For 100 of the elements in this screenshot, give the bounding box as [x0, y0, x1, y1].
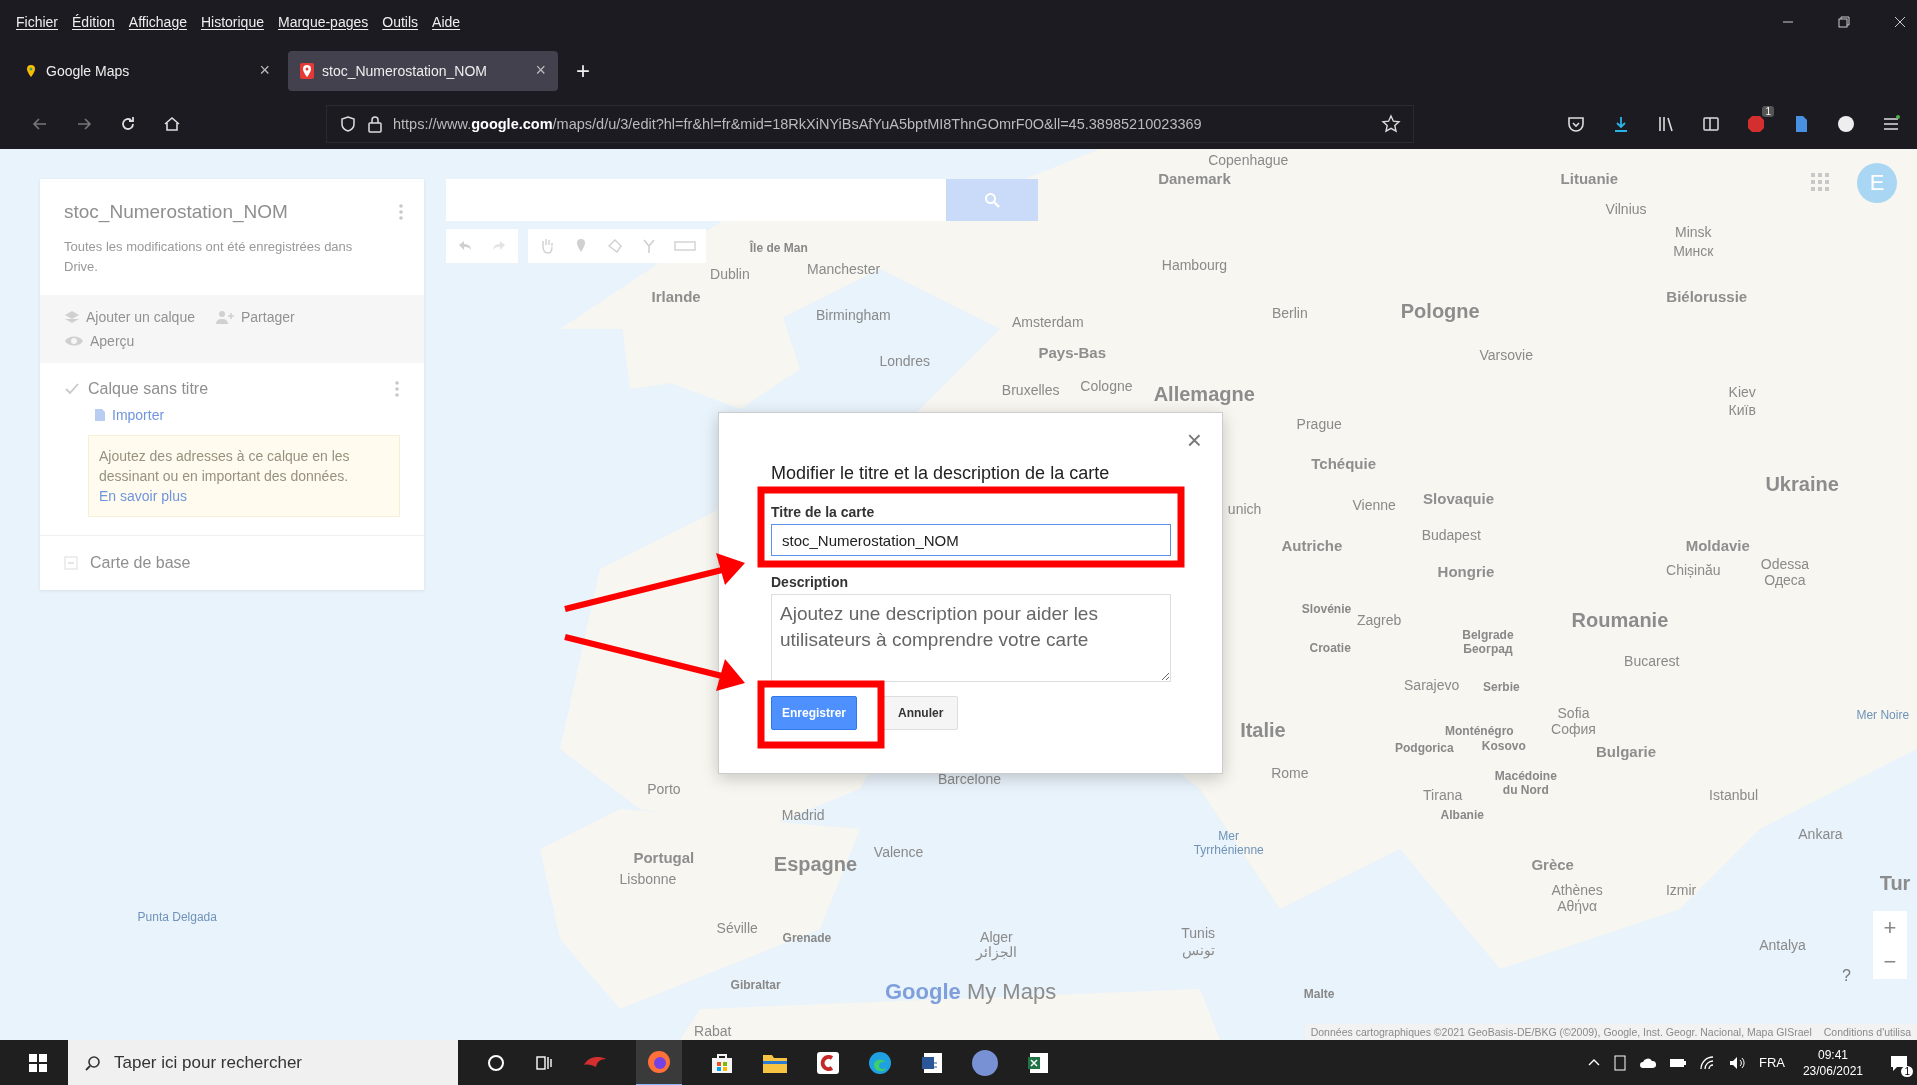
clock-date[interactable]: 23/06/2021: [1802, 1062, 1863, 1079]
cancel-button[interactable]: Annuler: [883, 696, 959, 730]
cortana-icon[interactable]: [486, 1052, 506, 1073]
map-label: Alger: [980, 928, 1013, 945]
url-text: https://www.google.com/maps/d/u/3/edit?hl=fr&hl=fr&mid=18RkXiNYiBsAfYuA5bptMI8ThnGOmrF0O&ll=45.38985210023369: [393, 115, 1203, 132]
edge-icon[interactable]: [868, 1050, 892, 1075]
profile-icon[interactable]: [1836, 113, 1856, 134]
tab-close-button[interactable]: ×: [535, 60, 546, 81]
language-indicator[interactable]: FRA: [1758, 1055, 1785, 1070]
map-label: Madrid: [781, 807, 825, 824]
zoom-out-button[interactable]: −: [1873, 945, 1907, 979]
map-label: Ukraine: [1765, 472, 1839, 496]
search-field[interactable]: [446, 179, 946, 221]
map-label: Tur: [1879, 871, 1911, 895]
help-button[interactable]: ?: [1842, 967, 1851, 985]
description-field[interactable]: Ajoutez une description pour aider les utilisateurs à comprendre votre carte: [771, 594, 1171, 682]
map-label: تونس: [1181, 941, 1215, 958]
speaker-icon[interactable]: [1728, 1055, 1747, 1070]
star-icon[interactable]: [1381, 113, 1401, 134]
menu-item[interactable]: Historique: [200, 13, 264, 30]
map-label: Vilnius: [1605, 201, 1647, 218]
map-label: Macédoine: [1494, 769, 1557, 784]
search-placeholder: Taper ici pour rechercher: [114, 1052, 303, 1073]
file-icon: [94, 408, 106, 422]
map-label: Tchéquie: [1311, 454, 1376, 472]
tablet-icon[interactable]: [1612, 1054, 1627, 1071]
map-label: Antalya: [1759, 937, 1806, 954]
clock-time[interactable]: 09:41: [1817, 1046, 1848, 1063]
map-label: Bucarest: [1624, 653, 1680, 670]
browser-tab[interactable]: Google Maps ×: [12, 50, 282, 91]
map-label: Biélorussie: [1666, 287, 1748, 305]
spreadsheet-icon[interactable]: [1026, 1050, 1050, 1075]
eye-icon: [64, 334, 84, 348]
map-label: Izmir: [1665, 882, 1697, 899]
map-label: Slovaquie: [1423, 489, 1494, 507]
map-label: Odessa: [1760, 555, 1810, 572]
hint-text: Ajoutez des adresses à ce calque en les dessinant ou en important des données. En savoir plus: [99, 447, 351, 506]
add-person-icon: [214, 310, 235, 324]
map-label: الجزائر: [975, 944, 1017, 961]
map-label: Bulgarie: [1596, 742, 1657, 760]
map-label: Serbie: [1483, 680, 1520, 695]
map-label: Hambourg: [1161, 257, 1228, 274]
browser-tab[interactable]: stoc_Numerostation_NOM ×: [288, 50, 558, 91]
logo-brand: Google: [885, 979, 961, 1004]
map-label: Lisbonne: [619, 871, 677, 888]
shield-icon: [339, 114, 357, 133]
map-label: unich: [1227, 500, 1262, 517]
new-tab-button[interactable]: +: [564, 56, 602, 85]
taskbar-search-field[interactable]: Taper ici pour rechercher: [68, 1040, 458, 1085]
logo-product: My Maps: [966, 979, 1057, 1004]
map-label: Grèce: [1531, 855, 1574, 873]
menu-item[interactable]: Fichier: [16, 13, 58, 30]
menu-item[interactable]: Édition: [72, 13, 115, 30]
address-bar[interactable]: https://www.google.com/maps/d/u/3/edit?hl=fr&hl=fr&mid=18RkXiNYiBsAfYuA5bptMI8ThnGOmrF0O&ll=45.38985210023369: [326, 104, 1414, 143]
map-label: Rome: [1271, 764, 1309, 781]
map-label: Минск: [1673, 242, 1714, 259]
map-label: Irlande: [651, 287, 701, 305]
map-label: Київ: [1728, 401, 1756, 418]
windows-start-icon[interactable]: [28, 1052, 48, 1073]
map-label: Cologne: [1080, 378, 1133, 395]
map-label: Monténégro: [1445, 724, 1514, 739]
checkbox[interactable]: [64, 381, 80, 397]
map-label: Budapest: [1421, 527, 1481, 544]
map-label: Pays-Bas: [1038, 343, 1106, 361]
map-label: Barcelone: [938, 770, 1002, 787]
map-label: Kosovo: [1481, 738, 1526, 753]
dialog-title: Modifier le titre et la description de la carte: [771, 463, 1111, 484]
close-button[interactable]: ×: [1186, 425, 1202, 456]
notification-badge: 1: [1762, 105, 1774, 117]
restore-icon[interactable]: [1837, 14, 1851, 29]
menu-item[interactable]: Marque-pages: [278, 13, 369, 30]
word-document-icon[interactable]: [920, 1050, 944, 1075]
map-label: Tirana: [1423, 786, 1463, 803]
map-label: Danemark: [1158, 170, 1231, 187]
menu-item[interactable]: Outils: [382, 13, 419, 30]
stop-sign-icon[interactable]: [1746, 113, 1766, 134]
map-label: Tyrrhénienne: [1193, 842, 1264, 857]
zoom-in-button[interactable]: +: [1873, 911, 1907, 945]
map-label: Berlin: [1271, 305, 1308, 321]
map-label: Moldavie: [1685, 536, 1750, 554]
map-label: Île de Man: [749, 241, 808, 256]
app-icon[interactable]: [816, 1050, 840, 1075]
close-icon[interactable]: [1893, 14, 1907, 29]
field-label: Description: [771, 574, 849, 590]
firefox-icon[interactable]: [646, 1048, 672, 1075]
tab-close-button[interactable]: ×: [259, 60, 270, 81]
map-label: Zagreb: [1356, 611, 1402, 628]
layers-icon: [64, 310, 80, 324]
map-label: Mer Noire: [1856, 708, 1910, 723]
map-label: Punta Delgada: [137, 909, 217, 924]
menu-item[interactable]: Affichage: [128, 13, 187, 30]
map-label: Séville: [716, 919, 758, 936]
map-label: Allemagne: [1153, 382, 1255, 406]
map-label: Roumanie: [1571, 608, 1669, 632]
map-label: Manchester: [807, 260, 881, 277]
map-label: Grenade: [782, 930, 832, 945]
map-label: Varsovie: [1479, 346, 1533, 363]
title-input-field[interactable]: stoc_Numerostation_NOM: [771, 524, 1171, 556]
map-label: Bruxelles: [1001, 382, 1060, 398]
menu-item[interactable]: Aide: [432, 13, 461, 30]
